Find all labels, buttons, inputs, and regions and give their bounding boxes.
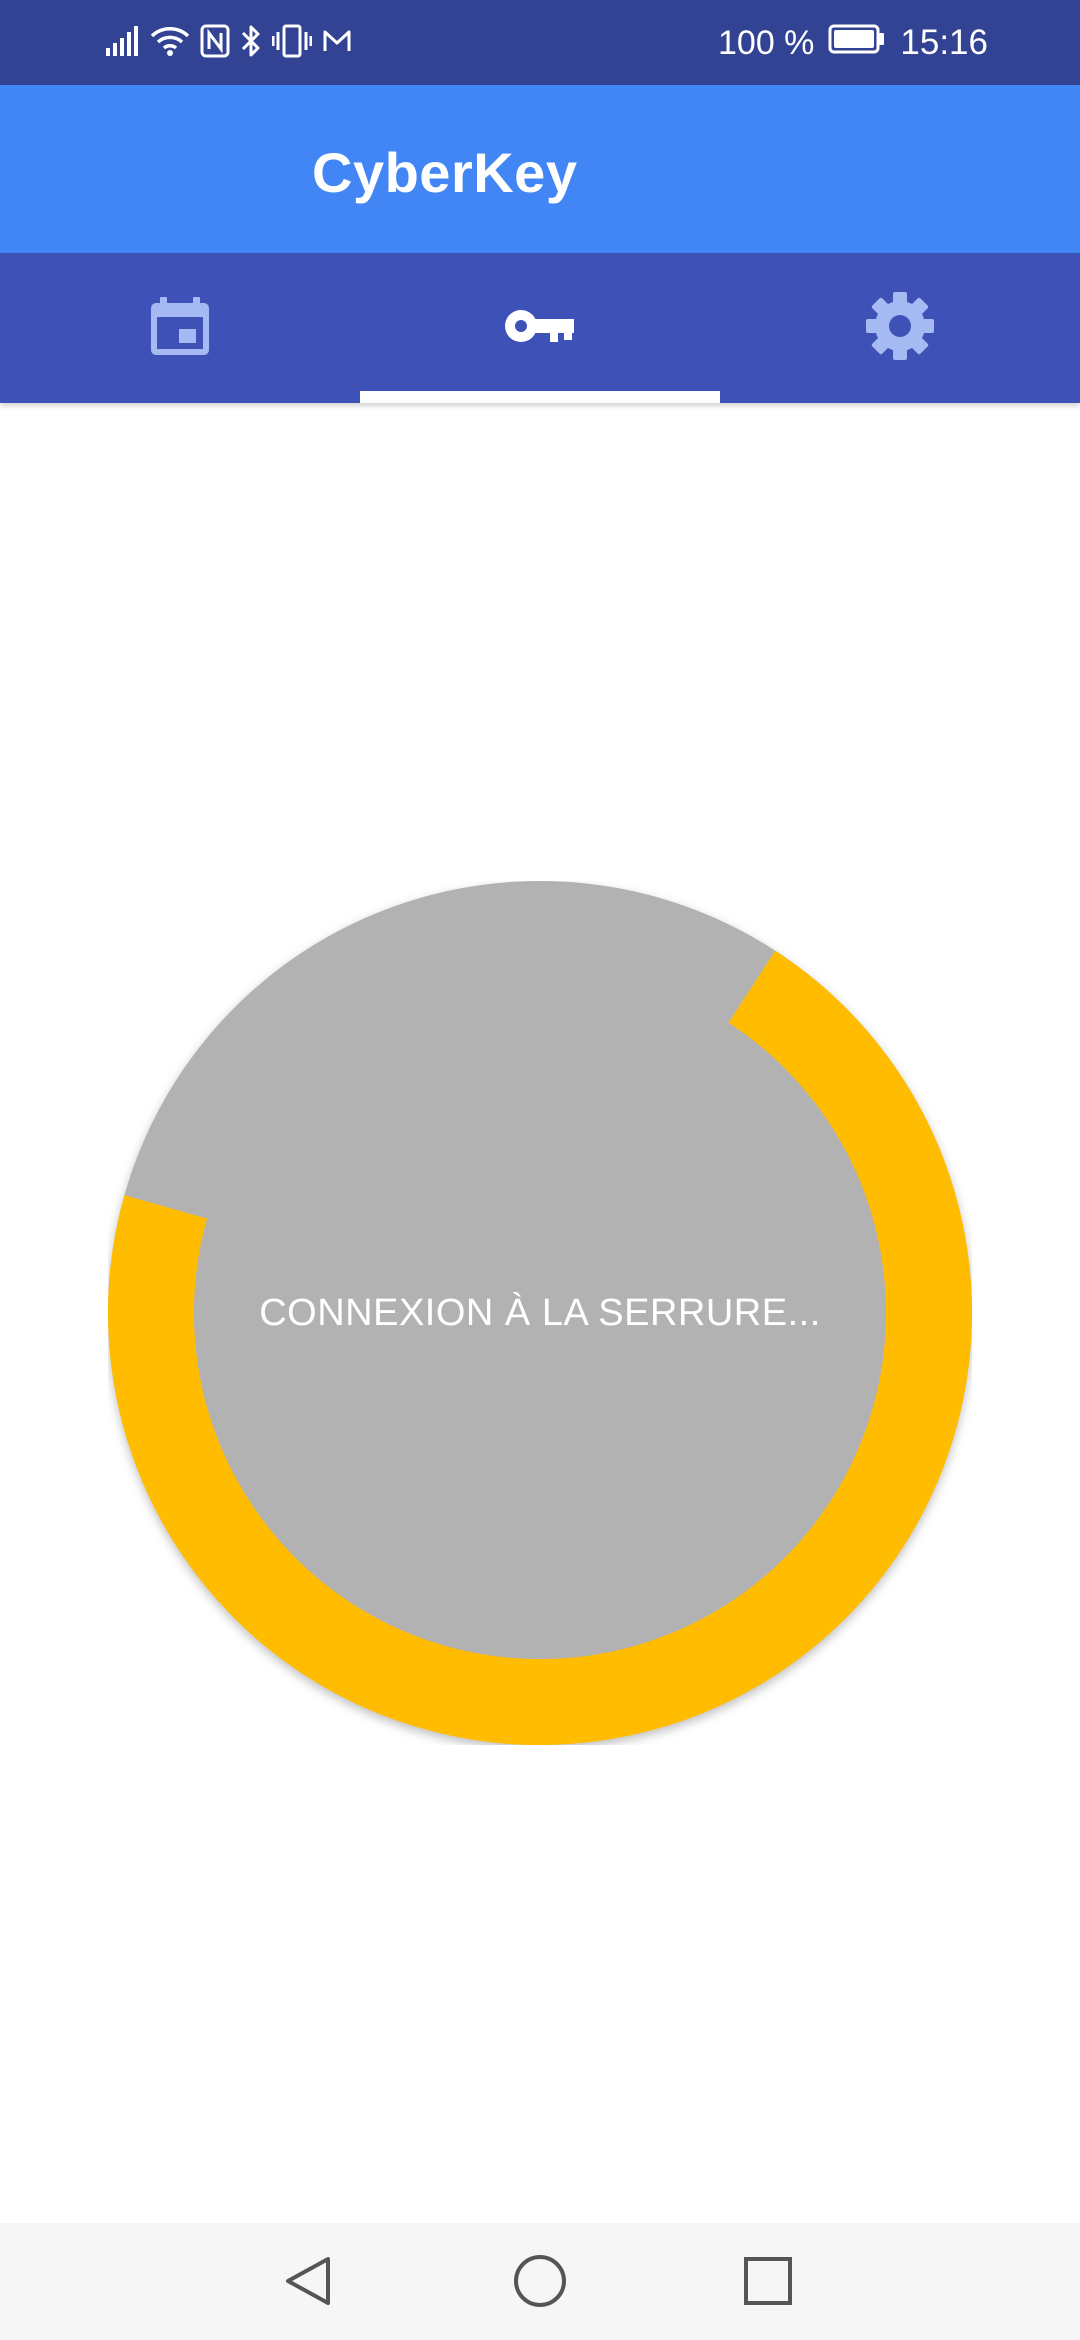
tab-calendar[interactable]: [0, 253, 360, 403]
battery-percent: 100 %: [718, 23, 815, 62]
clock: 15:16: [900, 23, 988, 62]
tab-settings[interactable]: [720, 253, 1080, 403]
gear-icon: [864, 290, 936, 367]
bluetooth-icon: [240, 24, 262, 63]
status-bar: 100 % 15:16: [0, 0, 1080, 85]
recents-button[interactable]: [728, 2243, 808, 2323]
tab-indicator: [360, 391, 720, 403]
wifi-icon: [150, 25, 190, 62]
tab-key[interactable]: [360, 253, 720, 403]
back-button[interactable]: [268, 2243, 348, 2323]
app-title: CyberKey: [312, 141, 578, 204]
signal-icon: [106, 25, 140, 61]
app-bar: CyberKey: [0, 85, 1080, 253]
status-right: 100 % 15:16: [718, 18, 988, 68]
unlock-button[interactable]: CONNEXION À LA SERRURE...: [108, 881, 972, 1745]
recents-icon: [740, 2253, 796, 2314]
home-button[interactable]: [500, 2243, 580, 2323]
vibrate-icon: [271, 24, 313, 63]
back-icon: [280, 2253, 336, 2314]
tab-bar: [0, 253, 1080, 403]
navigation-bar: [0, 2223, 1080, 2340]
key-icon: [504, 306, 576, 351]
calendar-icon: [147, 293, 213, 364]
gmail-icon: [322, 28, 352, 59]
home-icon: [512, 2253, 568, 2314]
battery-full-icon: [828, 23, 886, 63]
main-content: CONNEXION À LA SERRURE...: [0, 403, 1080, 2223]
connection-status-text: CONNEXION À LA SERRURE...: [259, 1291, 821, 1334]
nfc-icon: [200, 24, 230, 63]
status-icons: [106, 20, 352, 66]
